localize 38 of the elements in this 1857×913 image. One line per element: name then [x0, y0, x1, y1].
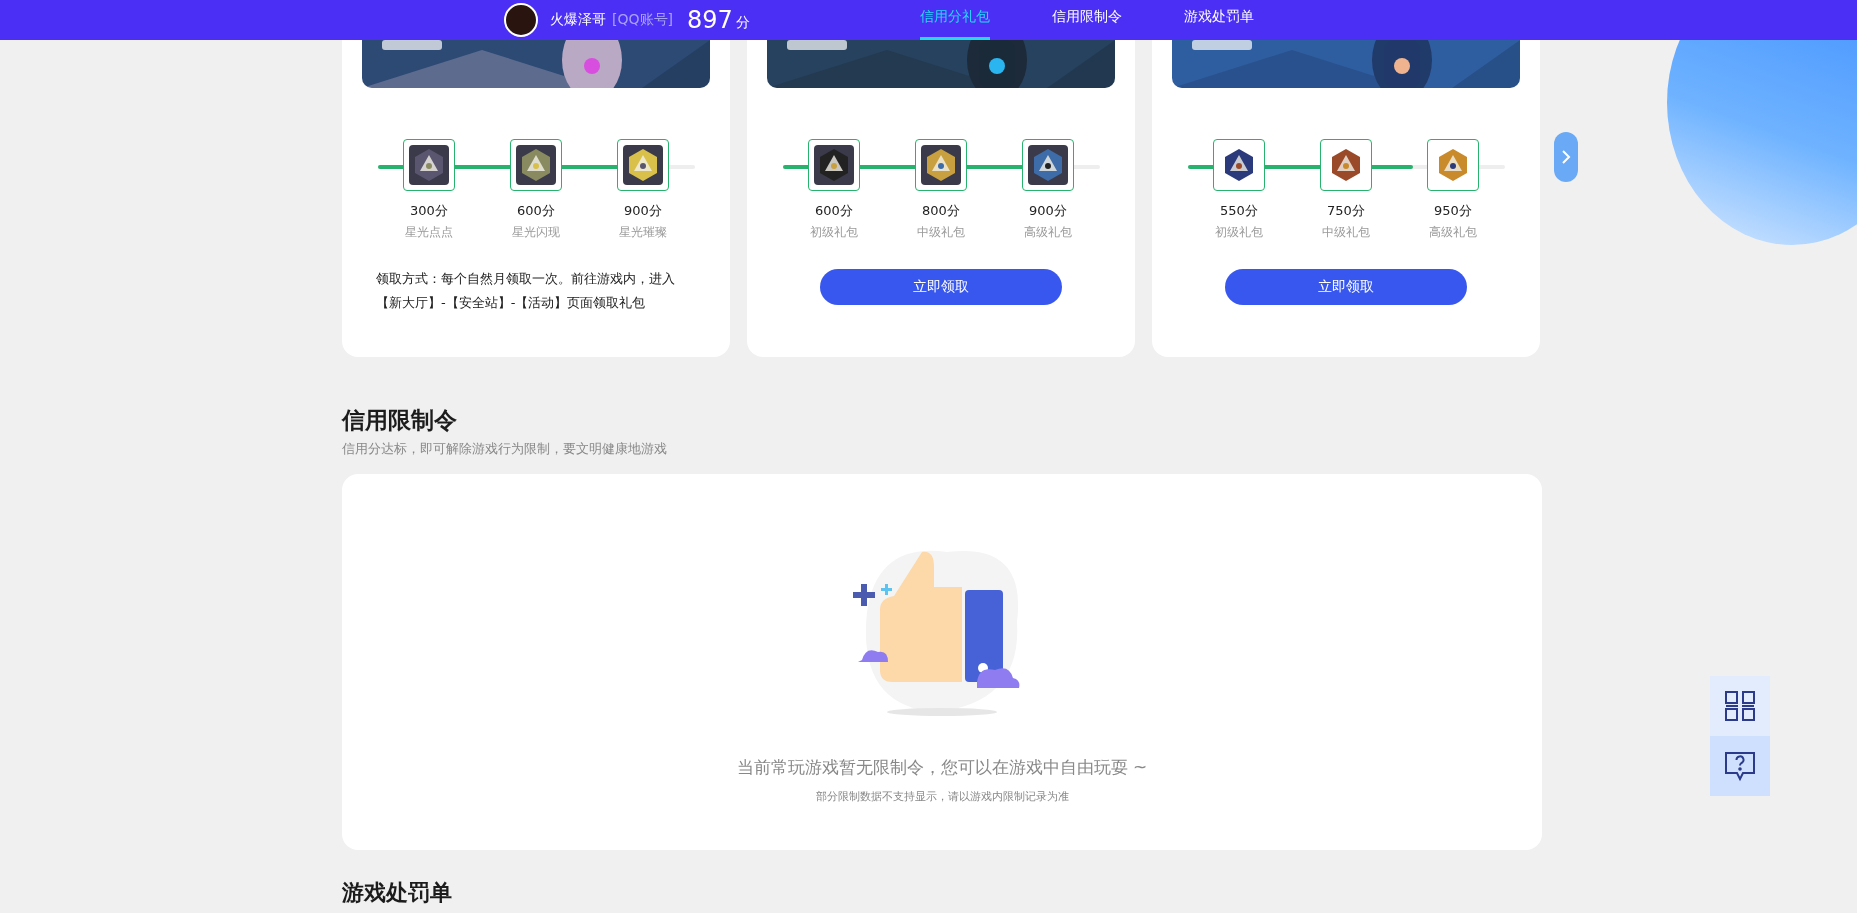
chevron-right-icon — [1561, 149, 1571, 165]
qr-code-icon — [1724, 690, 1756, 722]
reward-name: 中级礼包 — [1322, 224, 1370, 241]
claim-button[interactable]: 立即领取 — [820, 269, 1062, 305]
section-title: 信用限制令 — [342, 406, 458, 435]
reward-points: 900分 — [624, 202, 662, 220]
nav-tab[interactable]: 游戏处罚单 — [1183, 0, 1254, 40]
nav-tab[interactable]: 信用限制令 — [1051, 0, 1122, 40]
reward-name: 星光点点 — [405, 224, 453, 241]
claim-button[interactable]: 立即领取 — [1225, 269, 1467, 305]
empty-message: 当前常玩游戏暂无限制令，您可以在游戏中自由玩耍 ~ — [736, 756, 1148, 779]
reward-points: 800分 — [922, 202, 960, 220]
qr-code-button[interactable] — [1710, 676, 1770, 736]
section-subtitle: 信用分达标，即可解除游戏行为限制，要文明健康地游戏 — [342, 440, 668, 458]
reward-name: 中级礼包 — [917, 224, 965, 241]
reward-name: 星光闪现 — [512, 224, 560, 241]
reward-name: 初级礼包 — [1215, 224, 1263, 241]
reward-name: 星光璀璨 — [619, 224, 667, 241]
reward-points: 900分 — [1029, 202, 1067, 220]
reward-points: 750分 — [1327, 202, 1365, 220]
note-text: 部分限制数据不支持显示，请以游戏内限制记录为准 — [815, 789, 1069, 804]
reward-name: 高级礼包 — [1024, 224, 1072, 241]
reward-name: 高级礼包 — [1429, 224, 1477, 241]
reward-points: 600分 — [517, 202, 555, 220]
reward-points: 950分 — [1434, 202, 1472, 220]
help-chat-icon — [1724, 750, 1756, 782]
claim-instructions: 领取方式：每个自然月领取一次。前往游戏内，进入【新大厅】-【安全站】-【活动】页面领取礼包 — [376, 270, 676, 312]
avatar — [504, 3, 538, 37]
account-tag: [QQ账号] — [612, 11, 673, 29]
help-button[interactable] — [1710, 736, 1770, 796]
section-title: 游戏处罚单 — [342, 879, 453, 907]
reward-name: 初级礼包 — [810, 224, 858, 241]
reward-points: 600分 — [815, 202, 853, 220]
reward-points: 550分 — [1220, 202, 1258, 220]
reward-points: 300分 — [410, 202, 448, 220]
score-unit: 分 — [735, 14, 750, 32]
user-name: 火爆泽哥 — [550, 11, 606, 29]
credit-score: 897 — [686, 6, 733, 34]
